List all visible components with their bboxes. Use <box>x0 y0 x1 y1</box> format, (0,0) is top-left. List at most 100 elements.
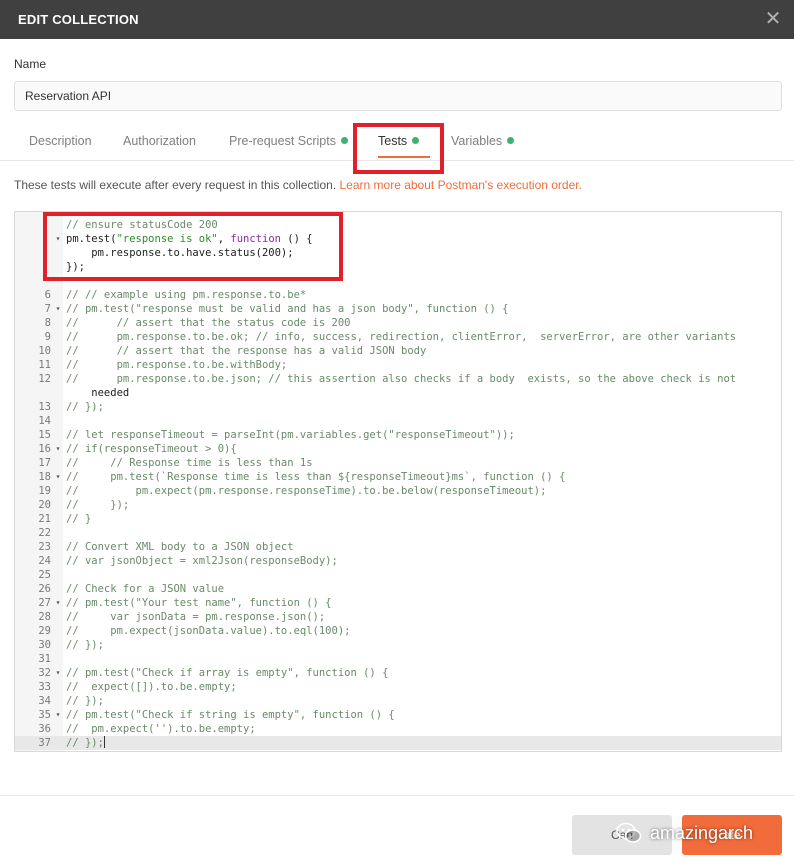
line-number: 9 <box>44 331 51 343</box>
code-line[interactable]: 11 // pm.response.to.be.withBody; <box>15 358 781 372</box>
line-number: 21 <box>38 513 51 525</box>
code-line[interactable]: 22 <box>15 526 781 540</box>
code-line[interactable]: pm.response.to.have.status(200); <box>15 246 781 260</box>
name-label: Name <box>14 57 47 71</box>
code-line[interactable]: 30 // }); <box>15 638 781 652</box>
fold-arrow-icon[interactable]: ▾ <box>53 442 63 456</box>
name-input[interactable] <box>14 81 782 111</box>
code-line[interactable]: 25 <box>15 568 781 582</box>
code-line[interactable]: 33 // expect([]).to.be.empty; <box>15 680 781 694</box>
code-text: // }); <box>66 639 104 651</box>
code-line[interactable]: 9 // pm.response.to.be.ok; // info, succe… <box>15 330 781 344</box>
fold-arrow-icon[interactable]: ▾ <box>53 302 63 316</box>
code-line[interactable]: 34 // }); <box>15 694 781 708</box>
code-text: // pm.expect('').to.be.empty; <box>66 723 256 735</box>
fold-arrow-icon[interactable]: ▾ <box>53 596 63 610</box>
fold-arrow-icon[interactable]: ▾ <box>53 666 63 680</box>
line-number: 6 <box>44 289 51 301</box>
tab-description[interactable]: Description <box>29 124 92 160</box>
line-number: 22 <box>38 527 51 539</box>
tab-pre-request-scripts[interactable]: Pre-request Scripts <box>229 124 348 160</box>
tab-tests[interactable]: Tests <box>366 124 442 160</box>
code-line[interactable]: 29 // pm.expect(jsonData.value).to.eql(10… <box>15 624 781 638</box>
code-text: needed <box>66 387 130 399</box>
code-text: // pm.response.to.be.json; // this asser… <box>66 373 737 385</box>
code-line[interactable]: 35 ▾// pm.test("Check if string is empty"… <box>15 708 781 722</box>
line-number: 33 <box>38 681 51 693</box>
code-line[interactable]: 19 // pm.expect(pm.response.responseTime)… <box>15 484 781 498</box>
line-number: 36 <box>38 723 51 735</box>
code-line[interactable]: 36 // pm.expect('').to.be.empty; <box>15 722 781 736</box>
code-text: // pm.expect(pm.response.responseTime).t… <box>66 485 547 497</box>
script-editor[interactable]: // ensure statusCode 200 ▾ pm.test("respon… <box>14 211 782 752</box>
code-text: // // example using pm.response.to.be* <box>66 289 307 301</box>
code-text: // let responseTimeout = parseInt(pm.var… <box>66 429 515 441</box>
code-text: // }); <box>66 499 130 511</box>
line-number: 32 <box>38 667 51 679</box>
tab-variables[interactable]: Variables <box>451 124 515 160</box>
line-number: 29 <box>38 625 51 637</box>
fold-arrow-icon[interactable]: ▾ <box>53 708 63 722</box>
code-line[interactable]: 27 ▾// pm.test("Your test name", function… <box>15 596 781 610</box>
code-line[interactable]: 15 // let responseTimeout = parseInt(pm.v… <box>15 428 781 442</box>
tab-authorization[interactable]: Authorization <box>123 124 196 160</box>
line-number: 24 <box>38 555 51 567</box>
code-line[interactable]: 26 // Check for a JSON value <box>15 582 781 596</box>
code-line[interactable]: // ensure statusCode 200 <box>15 218 781 232</box>
code-line[interactable]: 6 // // example using pm.response.to.be* <box>15 288 781 302</box>
code-line[interactable]: 20 // }); <box>15 498 781 512</box>
line-number: 12 <box>38 373 51 385</box>
code-line[interactable] <box>15 274 781 288</box>
code-area[interactable]: // ensure statusCode 200 ▾ pm.test("respon… <box>15 218 781 750</box>
line-number: 20 <box>38 499 51 511</box>
code-line[interactable]: ▾ pm.test("response is ok", function () { <box>15 232 781 246</box>
execution-order-link[interactable]: Learn more about Postman's execution ord… <box>340 178 582 192</box>
line-number: 11 <box>38 359 51 371</box>
code-line[interactable]: 17 // // Response time is less than 1s <box>15 456 781 470</box>
line-number: 13 <box>38 401 51 413</box>
code-line[interactable]: 21 // } <box>15 512 781 526</box>
code-line[interactable]: 7 ▾// pm.test("response must be valid and… <box>15 302 781 316</box>
close-icon[interactable]: ✕ <box>762 8 784 30</box>
code-line[interactable]: 16 ▾// if(responseTimeout > 0){ <box>15 442 781 456</box>
line-number: 18 <box>38 471 51 483</box>
code-text: // pm.test("response must be valid and h… <box>66 303 509 315</box>
code-text: pm.test("response is ok", function () { <box>66 233 313 245</box>
tests-hint: These tests will execute after every req… <box>14 178 582 192</box>
code-line[interactable]: 31 <box>15 652 781 666</box>
tab-label: Authorization <box>123 134 196 148</box>
code-text: // expect([]).to.be.empty; <box>66 681 237 693</box>
code-text: // var jsonObject = xml2Json(responseBod… <box>66 555 338 567</box>
code-line[interactable]: 28 // var jsonData = pm.response.json(); <box>15 610 781 624</box>
line-number: 34 <box>38 695 51 707</box>
cancel-button[interactable]: Can <box>572 815 672 855</box>
tab-label: Description <box>29 134 92 148</box>
fold-arrow-icon[interactable]: ▾ <box>53 232 63 246</box>
code-text: // ensure statusCode 200 <box>66 219 218 231</box>
code-line[interactable]: needed <box>15 386 781 400</box>
line-number: 14 <box>38 415 51 427</box>
dialog-titlebar: EDIT COLLECTION ✕ <box>0 0 794 39</box>
code-line[interactable]: 14 <box>15 414 781 428</box>
update-button[interactable]: ate <box>682 815 782 855</box>
line-number: 19 <box>38 485 51 497</box>
code-line[interactable]: }); <box>15 260 781 274</box>
code-text: // // assert that the response has a val… <box>66 345 427 357</box>
line-number: 35 <box>38 709 51 721</box>
code-line[interactable]: 13 // }); <box>15 400 781 414</box>
code-line[interactable]: 12 // pm.response.to.be.json; // this ass… <box>15 372 781 386</box>
code-line[interactable]: 23 // Convert XML body to a JSON object <box>15 540 781 554</box>
text-cursor <box>103 736 105 748</box>
code-text: // pm.expect(jsonData.value).to.eql(100)… <box>66 625 351 637</box>
code-text: // pm.test(`Response time is less than $… <box>66 471 566 483</box>
code-line[interactable]: 10 // // assert that the response has a v… <box>15 344 781 358</box>
code-line[interactable]: 8 // // assert that the status code is 20… <box>15 316 781 330</box>
code-line[interactable]: 37 // }); <box>15 736 781 750</box>
line-number: 23 <box>38 541 51 553</box>
line-number: 16 <box>38 443 51 455</box>
code-line[interactable]: 32 ▾// pm.test("Check if array is empty",… <box>15 666 781 680</box>
fold-arrow-icon[interactable]: ▾ <box>53 470 63 484</box>
active-tab-underline <box>378 156 430 158</box>
code-line[interactable]: 18 ▾// pm.test(`Response time is less tha… <box>15 470 781 484</box>
code-line[interactable]: 24 // var jsonObject = xml2Json(responseB… <box>15 554 781 568</box>
